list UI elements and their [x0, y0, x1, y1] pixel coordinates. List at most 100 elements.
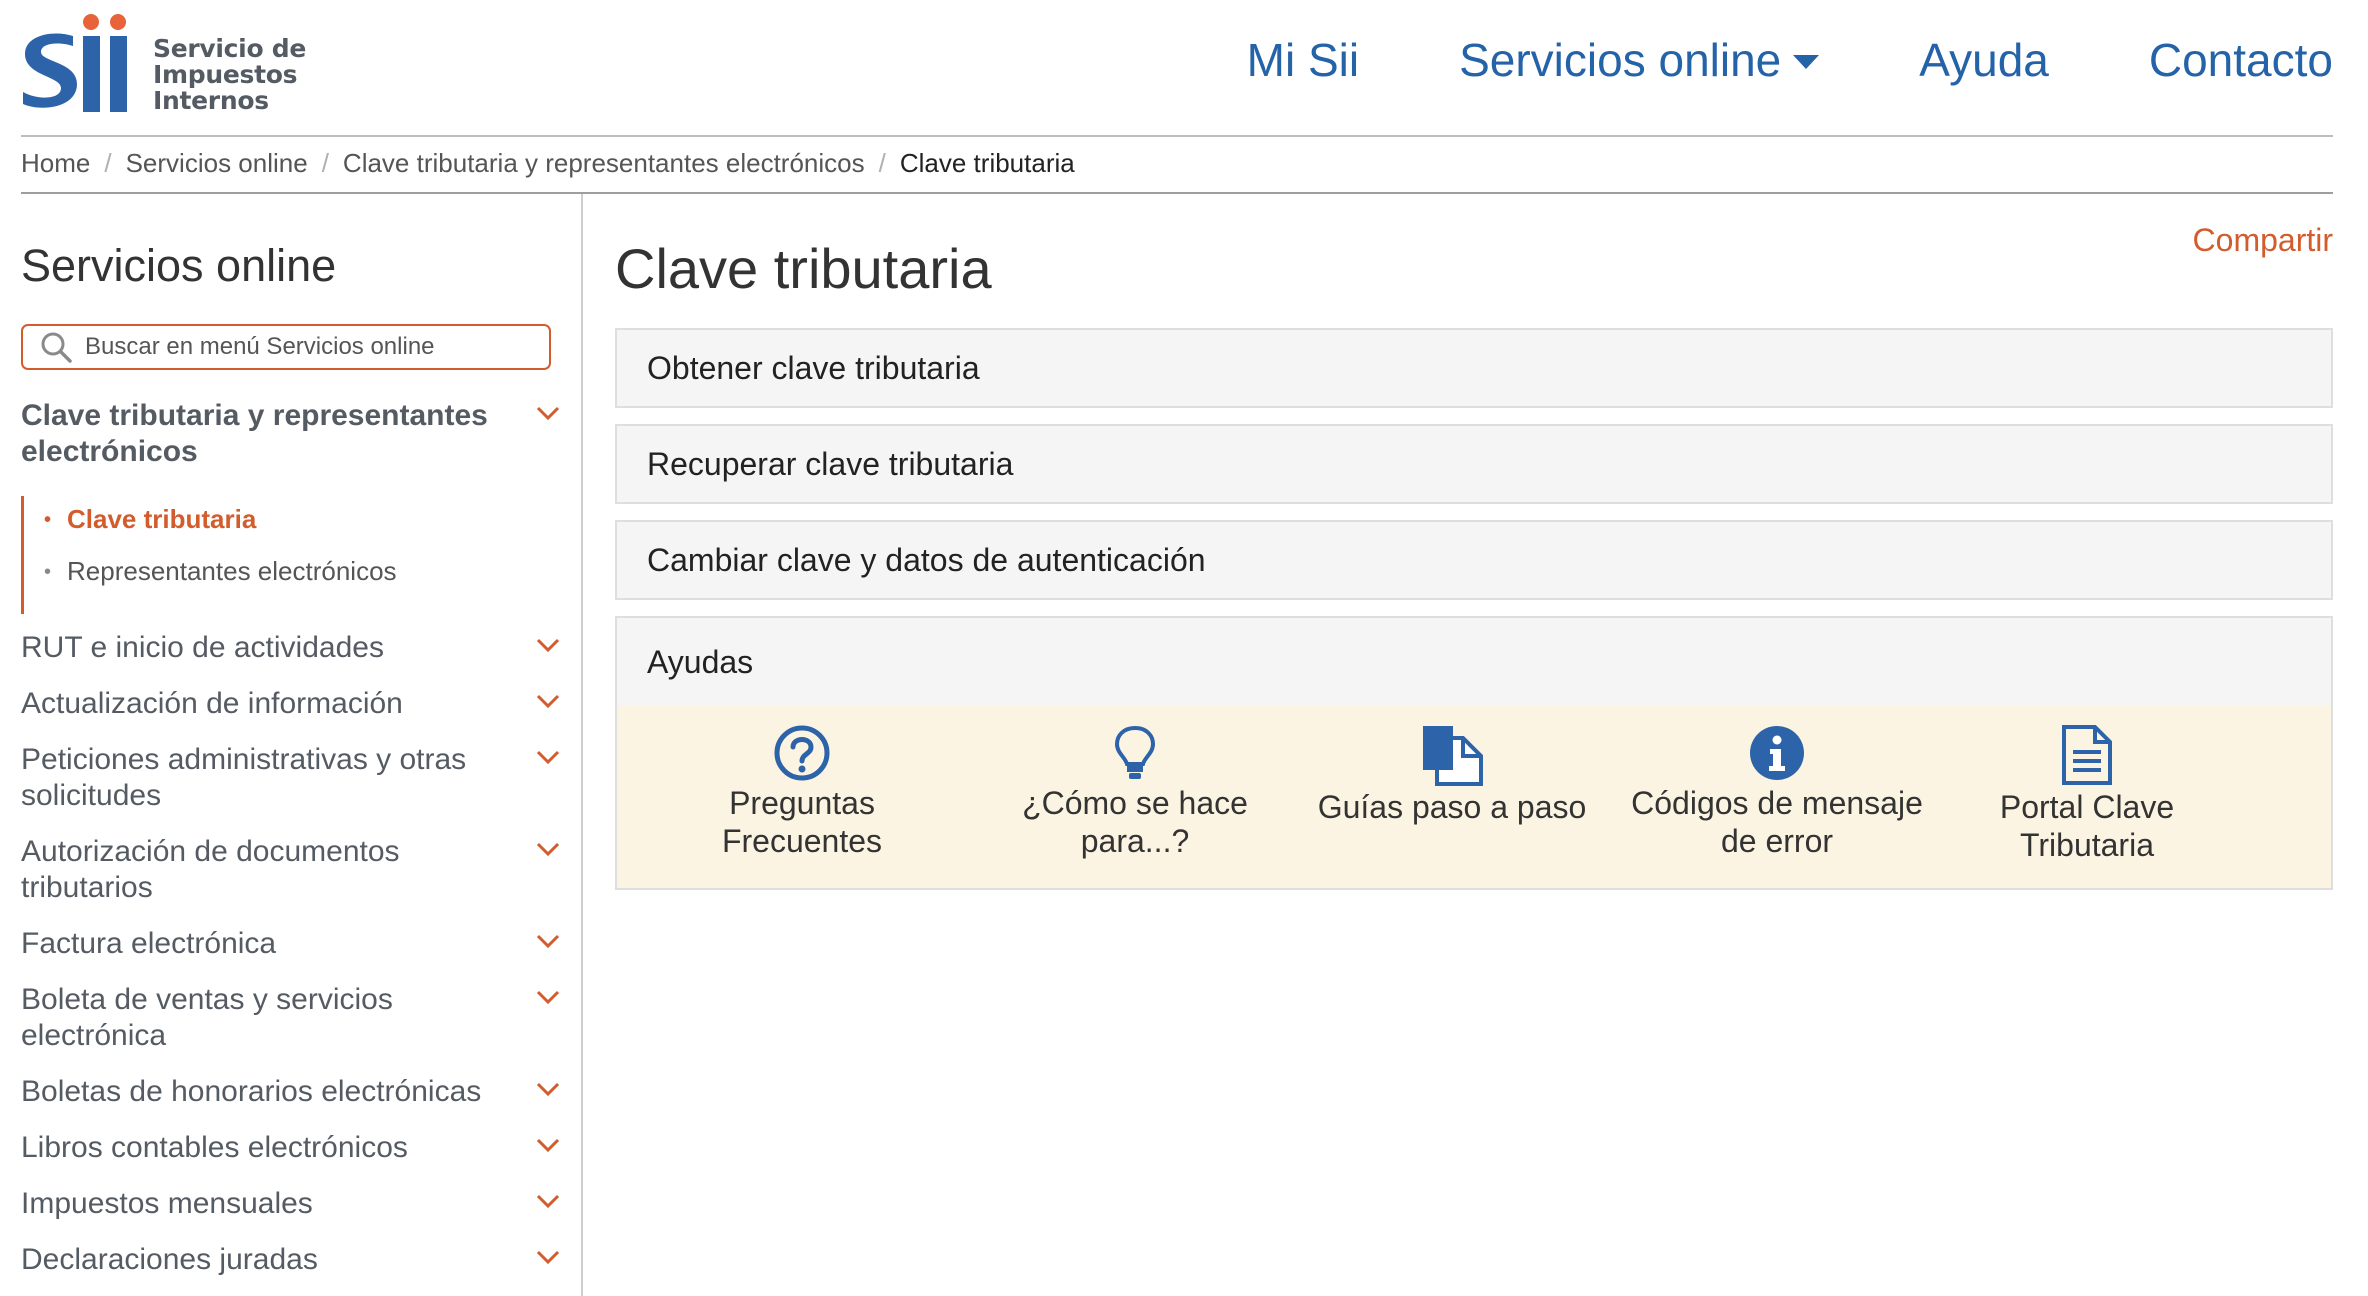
help-preguntas-frecuentes[interactable]: Preguntas Frecuentes — [697, 724, 907, 860]
nav-contacto[interactable]: Contacto — [2149, 33, 2333, 87]
info-circle-icon — [1750, 726, 1804, 780]
accordion-obtener-clave[interactable]: Obtener clave tributaria — [615, 328, 2333, 408]
sidebar-search[interactable] — [21, 324, 551, 370]
help-label-line: Tributaria — [2020, 827, 2154, 863]
sidebar-subitem-clave-tributaria[interactable]: • Clave tributaria — [44, 504, 256, 535]
sii-logo-mark — [23, 14, 127, 112]
sidebar-section-impuestos-mensuales[interactable]: Impuestos mensuales — [21, 1186, 561, 1222]
sidebar-title: Servicios online — [21, 240, 337, 291]
sidebar-section-clave-tributaria[interactable]: Clave tributaria y representantes electr… — [21, 398, 561, 470]
bullet-icon: • — [44, 509, 52, 531]
help-label-line: ¿Cómo se hace — [1022, 785, 1248, 821]
sidebar-section-honorarios[interactable]: Boletas de honorarios electrónicas — [21, 1074, 561, 1110]
help-label-line: Portal Clave — [1999, 789, 2175, 825]
help-label-line: Guías paso a paso — [1317, 789, 1587, 825]
breadcrumb-separator: / — [878, 148, 886, 178]
sidebar-section-label: Libros contables electrónicos — [21, 1131, 408, 1164]
sidebar-subitem-representantes[interactable]: • Representantes electrónicos — [44, 556, 397, 587]
sidebar-section-declaraciones[interactable]: Declaraciones juradas — [21, 1242, 561, 1278]
sidebar-section-actualizacion[interactable]: Actualización de información — [21, 686, 561, 722]
accordion-ayudas[interactable]: Ayudas — [615, 616, 2333, 708]
sidebar-section-peticiones[interactable]: Peticiones administrativas y otras solic… — [21, 742, 561, 814]
chevron-down-icon — [536, 750, 560, 765]
help-guias-paso-a-paso[interactable]: Guías paso a paso — [1307, 724, 1597, 826]
breadcrumb: Home / Servicios online / Clave tributar… — [21, 135, 2333, 194]
nav-label: Servicios online — [1459, 34, 1782, 86]
sidebar-section-label: Clave tributaria y representantes electr… — [21, 399, 488, 468]
accordion-label: Obtener clave tributaria — [647, 349, 980, 386]
nav-servicios-online[interactable]: Servicios online — [1459, 33, 1820, 87]
sidebar-section-rut[interactable]: RUT e inicio de actividades — [21, 630, 561, 666]
logo-text-line: Impuestos — [153, 60, 298, 89]
sidebar-section-boleta-ventas[interactable]: Boleta de ventas y servicios electrónica — [21, 982, 561, 1054]
sidebar-submenu: • Clave tributaria • Representantes electr… — [21, 496, 544, 614]
sidebar-section-label: Boletas de honorarios electrónicas — [21, 1075, 482, 1108]
search-icon — [41, 332, 72, 363]
page-title: Clave tributaria — [615, 237, 992, 300]
chevron-down-icon — [536, 990, 560, 1005]
sidebar-section-factura[interactable]: Factura electrónica — [21, 926, 561, 962]
sii-logo[interactable]: Servicio de Impuestos Internos — [21, 14, 321, 118]
document-lines-icon — [2062, 725, 2112, 785]
help-label-line: Frecuentes — [721, 823, 883, 859]
chevron-down-icon — [536, 1138, 560, 1153]
sidebar: Servicios online Clave tributaria y repr… — [21, 194, 583, 1296]
sidebar-subitem-label: Representantes electrónicos — [67, 556, 397, 586]
nav-mi-sii[interactable]: Mi Sii — [1247, 33, 1359, 87]
chevron-down-icon — [536, 842, 560, 857]
help-label-line: Códigos de mensaje — [1631, 785, 1923, 821]
site-header: Servicio de Impuestos Internos Mi Sii Se… — [21, 0, 2333, 137]
chevron-down-icon — [536, 1082, 560, 1097]
help-como-se-hace[interactable]: ¿Cómo se hace para...? — [1000, 724, 1270, 860]
top-navigation: Mi Sii Servicios online Ayuda Contacto — [1147, 30, 2333, 90]
sidebar-section-label: RUT e inicio de actividades — [21, 631, 384, 664]
sidebar-search-input[interactable] — [83, 332, 527, 362]
sidebar-section-autorizacion[interactable]: Autorización de documentos tributarios — [21, 834, 561, 906]
sidebar-subitem-label: Clave tributaria — [67, 504, 257, 534]
sidebar-section-label: Actualización de información — [21, 687, 403, 720]
chevron-down-icon — [536, 406, 560, 421]
breadcrumb-separator: / — [104, 148, 112, 178]
help-portal-clave[interactable]: Portal Clave Tributaria — [1957, 724, 2217, 864]
question-circle-icon — [774, 725, 830, 781]
logo-text-line: Internos — [153, 86, 269, 115]
accordion-label: Recuperar clave tributaria — [647, 445, 1014, 482]
nav-label: Ayuda — [1919, 34, 2049, 86]
nav-label: Mi Sii — [1246, 34, 1360, 86]
share-link[interactable]: Compartir — [2193, 222, 2333, 259]
accordion-cambiar-clave[interactable]: Cambiar clave y datos de autenticación — [615, 520, 2333, 600]
breadcrumb-home[interactable]: Home — [21, 148, 90, 179]
help-label-line: de error — [1720, 823, 1834, 859]
chevron-down-icon — [536, 638, 560, 653]
sidebar-section-libros[interactable]: Libros contables electrónicos — [21, 1130, 561, 1166]
accordion-label: Cambiar clave y datos de autenticación — [647, 541, 1206, 578]
main-content: Clave tributaria Compartir Obtener clave… — [601, 194, 2333, 1294]
chevron-down-icon — [536, 1194, 560, 1209]
breadcrumb-servicios-online[interactable]: Servicios online — [126, 148, 308, 179]
nav-ayuda[interactable]: Ayuda — [1919, 33, 2049, 87]
help-label-line: para...? — [1080, 823, 1190, 859]
breadcrumb-clave-representantes[interactable]: Clave tributaria y representantes electr… — [343, 148, 865, 179]
help-label-line: Preguntas — [729, 785, 875, 821]
sidebar-section-label: Autorización de documentos tributarios — [21, 835, 400, 904]
ayudas-panel: Preguntas Frecuentes ¿Cómo se hace para.… — [615, 706, 2333, 890]
logo-text-line: Servicio de — [153, 34, 306, 63]
chevron-down-icon — [536, 694, 560, 709]
nav-label: Contacto — [2148, 34, 2333, 86]
logo-text: Servicio de Impuestos Internos — [153, 36, 306, 114]
sidebar-section-label: Factura electrónica — [21, 927, 277, 960]
breadcrumb-separator: / — [321, 148, 329, 178]
bullet-icon: • — [44, 561, 52, 583]
sidebar-section-label: Declaraciones juradas — [21, 1243, 318, 1276]
sidebar-section-label: Boleta de ventas y servicios electrónica — [21, 983, 393, 1052]
accordion-recuperar-clave[interactable]: Recuperar clave tributaria — [615, 424, 2333, 504]
accordion-label: Ayudas — [647, 643, 754, 680]
sidebar-section-label: Peticiones administrativas y otras solic… — [21, 743, 467, 812]
help-codigos-error[interactable]: Códigos de mensaje de error — [1617, 724, 1937, 860]
sidebar-section-label: Impuestos mensuales — [21, 1187, 313, 1220]
lightbulb-icon — [1114, 725, 1156, 779]
breadcrumb-current: Clave tributaria — [899, 148, 1075, 178]
chevron-down-icon — [536, 1250, 560, 1265]
caret-down-icon — [1793, 55, 1820, 69]
chevron-down-icon — [536, 934, 560, 949]
